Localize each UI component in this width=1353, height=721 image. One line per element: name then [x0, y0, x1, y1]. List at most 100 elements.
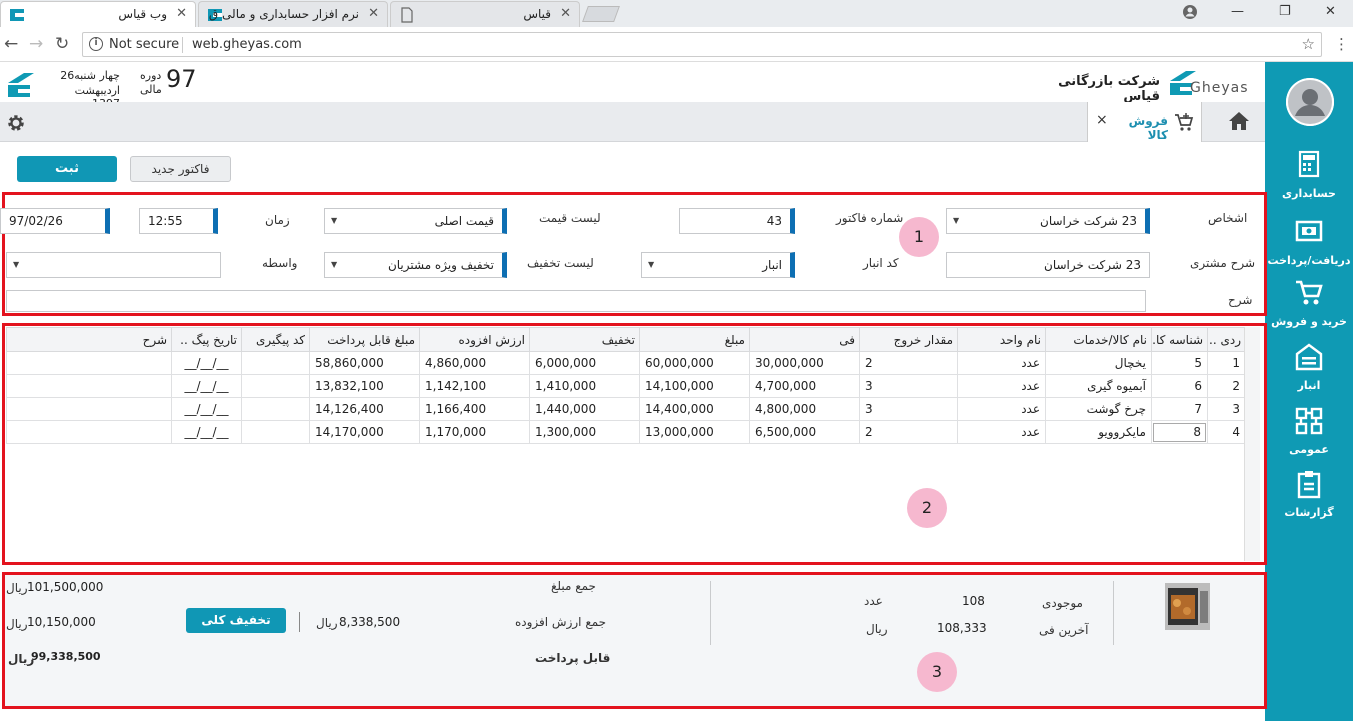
cell-unit[interactable]: عدد: [957, 374, 1046, 398]
description-field[interactable]: [6, 290, 1146, 312]
cell-discount[interactable]: 1,300,000: [529, 420, 640, 444]
reload-icon[interactable]: ↻: [55, 34, 69, 54]
cell-price[interactable]: 4,800,000: [749, 397, 860, 421]
cell-price[interactable]: 6,500,000: [749, 420, 860, 444]
sidebar-item-reports[interactable]: گزارشات: [1265, 469, 1353, 519]
column-header[interactable]: مبلغ قابل پرداخت: [309, 327, 420, 352]
table-row[interactable]: 4 8 مایکروویو عدد 2 6,500,000 13,000,000…: [6, 420, 1246, 444]
column-header[interactable]: ردی ..: [1207, 327, 1246, 352]
menu-kebab-icon[interactable]: ⋮: [1334, 35, 1349, 53]
forward-icon[interactable]: →: [29, 34, 43, 54]
sidebar-item-accounting[interactable]: حسابداری: [1265, 150, 1353, 200]
cell-tracking-date[interactable]: __/__/__: [171, 374, 242, 398]
cell-item-id[interactable]: 5: [1151, 351, 1208, 375]
gear-icon[interactable]: [6, 113, 26, 133]
cell-item-name[interactable]: آبمیوه گیری: [1045, 374, 1152, 398]
cell-payable[interactable]: 14,170,000: [309, 420, 420, 444]
cell-payable[interactable]: 14,126,400: [309, 397, 420, 421]
column-header[interactable]: شناسه کا...: [1151, 327, 1208, 352]
invoice-number-field[interactable]: 43: [679, 208, 795, 234]
column-header[interactable]: شرح: [6, 327, 172, 352]
time-field[interactable]: 12:55: [139, 208, 218, 234]
tab-sales[interactable]: × فروش کالا: [1087, 102, 1202, 142]
cell-amount[interactable]: 14,100,000: [639, 374, 750, 398]
sidebar-item-warehouse[interactable]: انبار: [1265, 342, 1353, 392]
browser-tab[interactable]: نرم افزار حسابداری و مالی ق ✕: [198, 1, 388, 27]
cell-item-id-editor[interactable]: 8: [1153, 422, 1206, 442]
close-module-tab-icon[interactable]: ×: [1096, 112, 1108, 128]
cell-unit[interactable]: عدد: [957, 397, 1046, 421]
cell-description[interactable]: [6, 420, 172, 444]
account-icon[interactable]: [1182, 4, 1198, 20]
cell-vat[interactable]: 1,170,000: [419, 420, 530, 444]
cell-item-name[interactable]: چرخ گوشت: [1045, 397, 1152, 421]
cell-item-id[interactable]: 6: [1151, 374, 1208, 398]
close-window-icon[interactable]: ✕: [1325, 4, 1336, 19]
url-text[interactable]: web.gheyas.com: [192, 37, 302, 52]
bookmark-star-icon[interactable]: ☆: [1302, 35, 1315, 53]
customer-desc-field[interactable]: 23 شرکت خراسان: [946, 252, 1150, 278]
cell-item-name[interactable]: یخچال: [1045, 351, 1152, 375]
sidebar-item-general[interactable]: عمومی: [1265, 406, 1353, 456]
cell-vat[interactable]: 1,166,400: [419, 397, 530, 421]
cell-discount[interactable]: 6,000,000: [529, 351, 640, 375]
cell-discount[interactable]: 1,410,000: [529, 374, 640, 398]
discount-list-select[interactable]: تخفیف ویژه مشتریان ▼: [324, 252, 507, 278]
cell-discount[interactable]: 1,440,000: [529, 397, 640, 421]
cell-payable[interactable]: 13,832,100: [309, 374, 420, 398]
cell-tracking-code[interactable]: [241, 374, 310, 398]
avatar[interactable]: [1286, 78, 1334, 126]
new-invoice-button[interactable]: فاکتور جدید: [130, 156, 231, 182]
new-tab-button[interactable]: [582, 6, 620, 22]
cell-tracking-code[interactable]: [241, 420, 310, 444]
cell-description[interactable]: [6, 397, 172, 421]
cell-price[interactable]: 4,700,000: [749, 374, 860, 398]
overall-discount-button[interactable]: تخفیف کلی: [186, 608, 286, 633]
cell-unit[interactable]: عدد: [957, 420, 1046, 444]
cell-description[interactable]: [6, 351, 172, 375]
table-row[interactable]: 3 7 چرخ گوشت عدد 3 4,800,000 14,400,000 …: [6, 397, 1246, 421]
sidebar-item-sales[interactable]: خرید و فروش: [1265, 278, 1353, 328]
cell-amount[interactable]: 14,400,000: [639, 397, 750, 421]
column-header[interactable]: مقدار خروج: [859, 327, 958, 352]
cell-amount[interactable]: 13,000,000: [639, 420, 750, 444]
table-row[interactable]: 1 5 یخچال عدد 2 30,000,000 60,000,000 6,…: [6, 351, 1246, 375]
cell-quantity[interactable]: 3: [859, 374, 958, 398]
cell-tracking-code[interactable]: [241, 351, 310, 375]
browser-tab-active[interactable]: وب قیاس ✕: [0, 1, 196, 27]
cell-quantity[interactable]: 3: [859, 397, 958, 421]
cell-payable[interactable]: 58,860,000: [309, 351, 420, 375]
cell-tracking-date[interactable]: __/__/__: [171, 420, 242, 444]
save-button[interactable]: ثبت: [17, 156, 117, 182]
omnibox[interactable]: i Not secure web.gheyas.com ☆: [82, 32, 1322, 57]
close-tab-icon[interactable]: ✕: [176, 2, 187, 26]
minimize-icon[interactable]: —: [1231, 4, 1244, 19]
column-header[interactable]: تاریخ پیگ ..: [171, 327, 242, 352]
cell-unit[interactable]: عدد: [957, 351, 1046, 375]
cell-amount[interactable]: 60,000,000: [639, 351, 750, 375]
cell-tracking-date[interactable]: __/__/__: [171, 397, 242, 421]
close-tab-icon[interactable]: ✕: [560, 2, 571, 26]
cell-vat[interactable]: 1,142,100: [419, 374, 530, 398]
column-header[interactable]: فی: [749, 327, 860, 352]
broker-select[interactable]: ▼: [6, 252, 221, 278]
vertical-scrollbar[interactable]: [1244, 327, 1260, 561]
cell-quantity[interactable]: 2: [859, 351, 958, 375]
restore-icon[interactable]: ❐: [1279, 4, 1291, 19]
cell-tracking-code[interactable]: [241, 397, 310, 421]
cell-price[interactable]: 30,000,000: [749, 351, 860, 375]
cell-description[interactable]: [6, 374, 172, 398]
cell-item-name[interactable]: مایکروویو: [1045, 420, 1152, 444]
column-header[interactable]: مبلغ: [639, 327, 750, 352]
cell-quantity[interactable]: 2: [859, 420, 958, 444]
back-icon[interactable]: ←: [4, 34, 18, 54]
info-icon[interactable]: i: [89, 37, 103, 51]
cell-tracking-date[interactable]: __/__/__: [171, 351, 242, 375]
warehouse-select[interactable]: انبار ▼: [641, 252, 795, 278]
close-tab-icon[interactable]: ✕: [368, 2, 379, 26]
column-header[interactable]: کد پیگیری: [241, 327, 310, 352]
date-field[interactable]: 97/02/26: [0, 208, 110, 234]
column-header[interactable]: ارزش افزوده: [419, 327, 530, 352]
column-header[interactable]: نام کالا/خدمات: [1045, 327, 1152, 352]
table-row[interactable]: 2 6 آبمیوه گیری عدد 3 4,700,000 14,100,0…: [6, 374, 1246, 398]
